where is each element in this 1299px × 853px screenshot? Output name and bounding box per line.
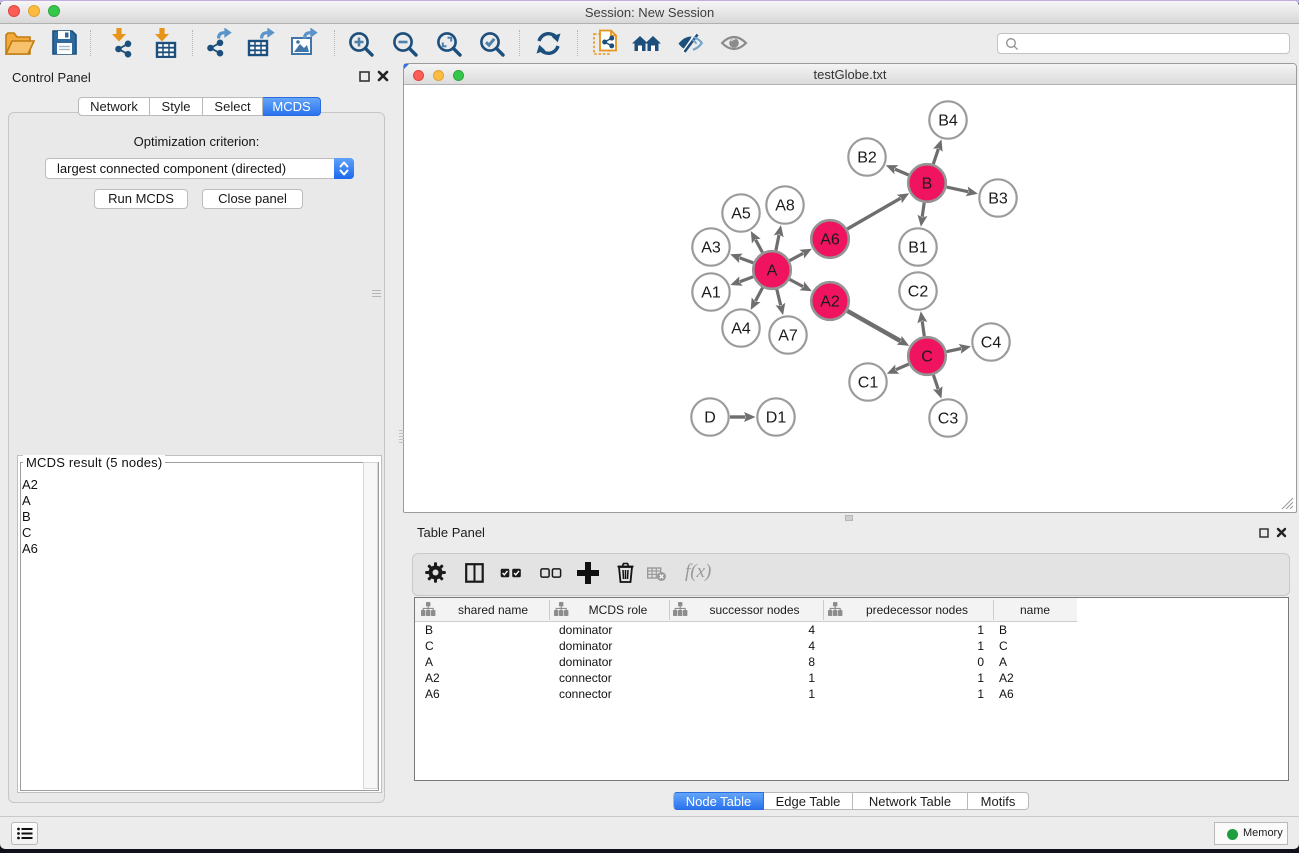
svg-text:C2: C2 [908, 284, 929, 301]
svg-text:A8: A8 [775, 198, 795, 215]
svg-text:D: D [704, 410, 716, 427]
svg-text:A: A [767, 263, 778, 280]
svg-text:A2: A2 [820, 294, 840, 311]
svg-text:A1: A1 [701, 285, 721, 302]
svg-text:C: C [921, 349, 933, 366]
svg-text:A4: A4 [731, 321, 751, 338]
svg-text:B3: B3 [988, 191, 1008, 208]
svg-text:A7: A7 [778, 328, 798, 345]
svg-text:D1: D1 [766, 410, 787, 427]
svg-text:A5: A5 [731, 206, 751, 223]
svg-text:A3: A3 [701, 240, 721, 257]
svg-text:C4: C4 [981, 335, 1002, 352]
svg-text:B4: B4 [938, 113, 958, 130]
svg-text:B1: B1 [908, 240, 928, 257]
svg-text:B2: B2 [857, 150, 877, 167]
svg-text:A6: A6 [820, 232, 840, 249]
svg-text:C3: C3 [938, 411, 959, 428]
svg-text:B: B [922, 176, 933, 193]
svg-text:C1: C1 [858, 375, 879, 392]
